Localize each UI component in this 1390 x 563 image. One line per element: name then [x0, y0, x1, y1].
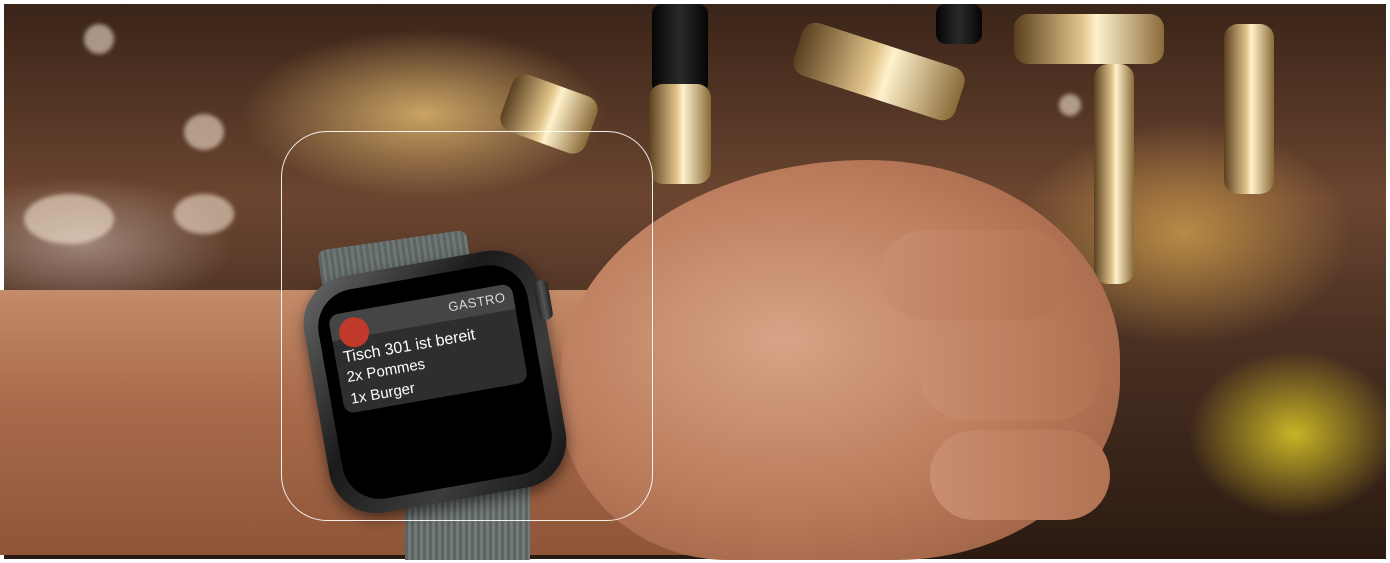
highlight-frame	[281, 131, 653, 521]
bokeh-light	[184, 114, 224, 150]
bokeh-light	[1059, 94, 1081, 116]
tap-handle	[652, 4, 708, 94]
bokeh-light	[24, 194, 114, 244]
bokeh-light	[84, 24, 114, 54]
finger	[880, 230, 1070, 320]
photo-scene: GASTRO Tisch 301 ist bereit 2x Pommes 1x…	[0, 0, 1390, 563]
tap-handle	[936, 4, 982, 44]
beer-tap	[1224, 24, 1274, 194]
finger	[920, 330, 1100, 420]
beer-tap	[649, 84, 711, 184]
bokeh-light	[174, 194, 234, 234]
beer-tap	[1094, 64, 1134, 284]
finger	[930, 430, 1110, 520]
beer-tap	[1014, 14, 1164, 64]
